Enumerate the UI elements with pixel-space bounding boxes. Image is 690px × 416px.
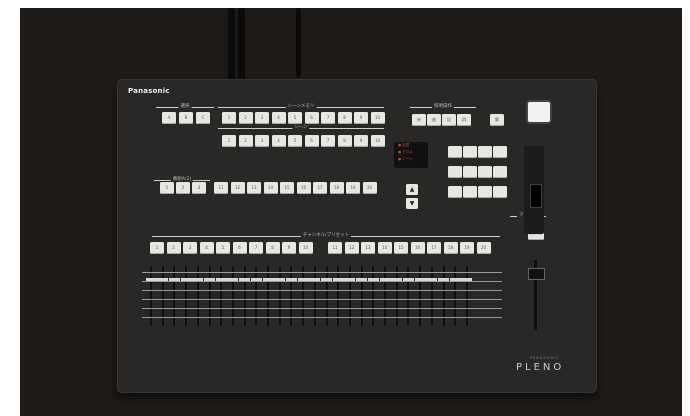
cable [296,8,301,78]
scene-memory-key[interactable]: 1 [222,112,236,124]
group-label-channels: チャンネル/プリセット [152,232,500,239]
program-key[interactable]: 3 [192,182,206,194]
channel-key[interactable]: 19 [346,182,360,194]
brand-logo: Panasonic [128,87,170,95]
scene-key[interactable]: 10 [370,135,385,147]
scene-memory-key[interactable]: 10 [370,112,385,124]
operation-key[interactable]: 消 [457,114,471,126]
scene-memory-key[interactable]: 2 [238,112,253,124]
scene-memory-key[interactable]: 5 [288,112,302,124]
up-arrow-button[interactable]: ▲ [406,184,418,195]
program-key[interactable]: 2 [176,182,190,194]
group-label-scene: シーン [218,124,384,131]
scene-key[interactable]: 9 [354,135,368,147]
model-subtitle: PANASONIC [530,356,560,360]
fader-key[interactable]: 14 [377,242,392,254]
function-key[interactable] [463,146,477,158]
fader-key[interactable]: 17 [427,242,441,254]
operation-key[interactable]: 記 [442,114,456,126]
channel-key[interactable]: 20 [362,182,377,194]
function-key[interactable] [493,186,507,198]
channel-key[interactable]: 12 [230,182,245,194]
fader-key[interactable]: 15 [394,242,408,254]
scene-key[interactable]: 6 [304,135,319,147]
scene-memory-key[interactable]: 6 [304,112,319,124]
channel-key[interactable]: 18 [329,182,344,194]
function-key[interactable] [493,166,507,178]
scale-line [142,308,502,309]
function-key[interactable] [478,186,492,198]
scene-key[interactable]: 5 [288,135,302,147]
function-key[interactable] [478,146,492,158]
scene-memory-key[interactable]: 3 [255,112,269,124]
channel-key[interactable]: 11 [214,182,228,194]
scene-memory-key[interactable]: 9 [354,112,368,124]
scene-key[interactable]: 8 [337,135,352,147]
fader-key[interactable]: 3 [183,242,197,254]
fader-key[interactable]: 10 [298,242,313,254]
fader-key[interactable]: 13 [361,242,375,254]
scale-line [142,272,502,273]
group-label-select: 選択 [156,103,214,110]
fader-key[interactable]: 19 [460,242,474,254]
scene-memory-key[interactable]: 7 [321,112,335,124]
scale-line [142,281,502,282]
down-arrow-button[interactable]: ▼ [406,198,418,209]
select-key[interactable]: B [179,112,193,124]
scene-key[interactable]: 3 [255,135,269,147]
function-key[interactable] [493,146,507,158]
fader-key[interactable]: 16 [410,242,425,254]
channel-key[interactable]: 15 [280,182,294,194]
operation-key[interactable]: 戻 [412,114,426,126]
transition-key[interactable] [528,102,550,122]
t-bar-handle[interactable] [530,184,542,208]
select-key[interactable]: C [196,112,210,124]
function-key[interactable] [463,186,477,198]
fader-key[interactable]: 2 [166,242,181,254]
operation-key[interactable]: 進 [427,114,441,126]
scene-key[interactable]: 2 [238,135,253,147]
function-key[interactable] [448,166,462,178]
status-display: ● 記憶 ● クロス ● シーン [394,142,428,168]
fader-key[interactable]: 1 [150,242,164,254]
fader-key[interactable]: 8 [265,242,280,254]
function-key[interactable] [448,146,462,158]
scene-key[interactable]: 4 [271,135,286,147]
channel-key[interactable]: 17 [313,182,327,194]
select-key[interactable]: A [162,112,176,124]
scene-memory-key[interactable]: 4 [271,112,286,124]
channel-key[interactable]: 16 [296,182,311,194]
operation-key[interactable]: 解 [490,114,504,126]
group-label-operation: 照明操作 [410,103,476,110]
scale-line [142,290,502,291]
function-key[interactable] [448,186,462,198]
fader-key[interactable]: 11 [328,242,342,254]
program-key[interactable]: 1 [160,182,174,194]
fader-key[interactable]: 4 [199,242,214,254]
lighting-console: Panasonic 選択 シーンメモリ シーン 照明操作 ● 記憶 ● クロス … [118,80,596,392]
group-label-scene-memory: シーンメモリ [218,103,384,110]
scene-key[interactable]: 1 [222,135,236,147]
fader-key[interactable]: 7 [249,242,263,254]
fader-key[interactable]: 9 [282,242,296,254]
master-fader-knob[interactable] [528,268,545,280]
scene-key[interactable]: 7 [321,135,335,147]
fader-key[interactable]: 5 [216,242,230,254]
scene-memory-key[interactable]: 8 [337,112,352,124]
channel-key[interactable]: 13 [247,182,261,194]
cable [228,8,235,82]
model-name: PLENO [516,362,565,373]
function-key[interactable] [463,166,477,178]
fader-key[interactable]: 6 [232,242,247,254]
scale-line [142,299,502,300]
cable [238,8,245,82]
fader-key[interactable]: 20 [476,242,491,254]
fader-key[interactable]: 18 [443,242,458,254]
fader-key[interactable]: 12 [344,242,359,254]
scale-line [142,317,502,318]
function-key[interactable] [478,166,492,178]
channel-key[interactable]: 14 [263,182,278,194]
